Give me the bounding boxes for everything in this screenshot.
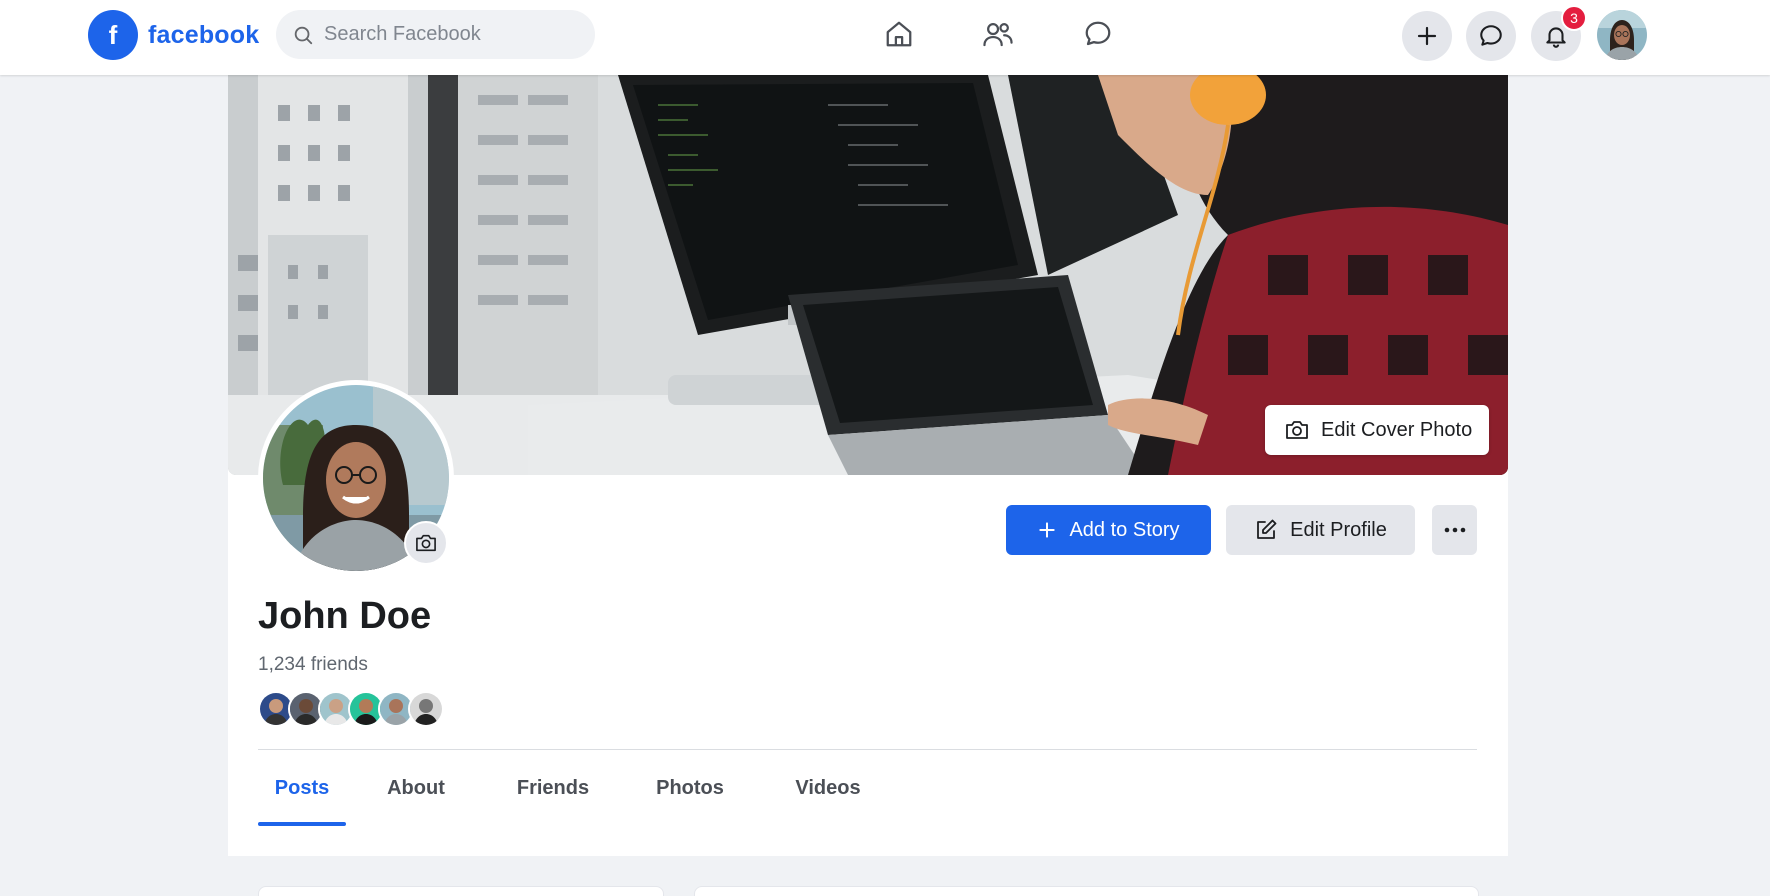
notification-badge: 3 <box>1561 5 1587 31</box>
update-profile-picture-button[interactable] <box>404 521 448 565</box>
profile-tabs: Posts About Friends Photos Videos <box>258 751 868 826</box>
camera-icon <box>416 534 436 552</box>
logo-wordmark: facebook <box>148 20 260 49</box>
top-navigation-bar: f facebook 3 <box>0 0 1770 75</box>
friends-count[interactable]: 1,234 friends <box>258 654 368 676</box>
messages-nav-button[interactable] <box>1076 14 1120 54</box>
plus-icon <box>1039 522 1056 538</box>
plus-icon <box>1417 26 1437 46</box>
home-nav-button[interactable] <box>877 14 921 54</box>
create-post-card <box>694 886 1479 896</box>
profile-divider <box>258 749 1477 750</box>
search-icon <box>294 26 313 44</box>
edit-cover-photo-button[interactable]: Edit Cover Photo <box>1265 405 1489 455</box>
create-button[interactable] <box>1402 11 1452 61</box>
edit-profile-label: Edit Profile <box>1290 518 1387 541</box>
messenger-icon <box>1085 21 1111 46</box>
tab-about[interactable]: About <box>372 751 460 826</box>
friends-nav-button[interactable] <box>976 14 1020 54</box>
profile-name: John Doe <box>258 595 432 637</box>
messenger-button[interactable] <box>1466 11 1516 61</box>
home-icon <box>886 21 912 47</box>
tab-photos[interactable]: Photos <box>650 751 730 826</box>
account-avatar[interactable] <box>1597 10 1647 60</box>
tab-videos[interactable]: Videos <box>788 751 868 826</box>
messenger-icon <box>1480 25 1502 46</box>
edit-icon <box>1257 519 1277 539</box>
tab-friends[interactable]: Friends <box>508 751 598 826</box>
search-bar[interactable] <box>276 10 595 59</box>
intro-card <box>258 886 664 896</box>
camera-icon <box>1286 421 1308 439</box>
edit-profile-button[interactable]: Edit Profile <box>1226 505 1415 555</box>
notifications-button[interactable]: 3 <box>1531 5 1587 61</box>
more-icon <box>1444 527 1465 533</box>
facebook-logo[interactable]: f facebook <box>88 10 259 60</box>
friend-avatar-list <box>258 691 444 727</box>
friend-avatar[interactable] <box>408 691 444 727</box>
add-to-story-label: Add to Story <box>1069 518 1180 541</box>
add-to-story-button[interactable]: Add to Story <box>1006 505 1211 555</box>
friends-icon <box>983 23 1013 47</box>
more-options-button[interactable] <box>1432 505 1477 555</box>
tab-posts[interactable]: Posts <box>258 751 346 826</box>
search-input[interactable] <box>324 23 584 46</box>
edit-cover-photo-label: Edit Cover Photo <box>1321 418 1473 441</box>
logo-icon: f <box>88 10 138 60</box>
profile-header-card: Edit Cover Photo Add to Story Edit Profi… <box>228 75 1508 856</box>
